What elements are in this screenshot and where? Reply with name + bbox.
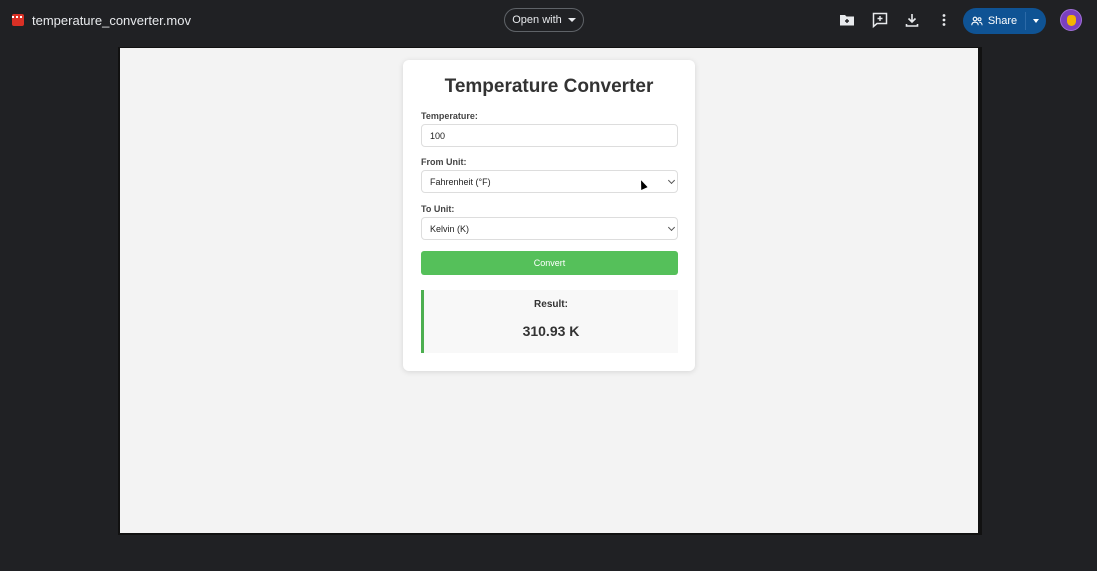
to-unit-label: To Unit: bbox=[421, 204, 455, 214]
result-label: Result: bbox=[534, 299, 568, 310]
more-vert-icon[interactable] bbox=[935, 11, 953, 29]
caret-down-icon bbox=[567, 18, 576, 22]
temperature-input[interactable]: 100 bbox=[421, 124, 678, 147]
video-frame[interactable]: Temperature Converter Temperature: 100 F… bbox=[120, 48, 978, 533]
from-unit-label: From Unit: bbox=[421, 157, 467, 167]
to-unit-value: Kelvin (K) bbox=[430, 223, 470, 234]
chevron-down-icon bbox=[667, 223, 676, 232]
result-value: 310.93 K bbox=[522, 323, 580, 339]
share-options-button[interactable] bbox=[1026, 8, 1046, 34]
temperature-value: 100 bbox=[430, 130, 446, 141]
download-icon[interactable] bbox=[903, 11, 921, 29]
convert-button[interactable]: Convert bbox=[421, 251, 678, 275]
share-button[interactable]: Share bbox=[963, 8, 1025, 34]
result-box: Result: 310.93 K bbox=[421, 290, 678, 353]
viewer-toolbar: temperature_converter.mov Open with Shar… bbox=[0, 0, 1097, 42]
open-with-label: Open with bbox=[512, 14, 562, 26]
avatar[interactable] bbox=[1060, 9, 1082, 31]
hand-avatar-icon bbox=[1066, 14, 1076, 26]
open-with-button[interactable]: Open with bbox=[504, 8, 584, 32]
to-unit-select[interactable]: Kelvin (K) bbox=[421, 217, 678, 240]
file-name: temperature_converter.mov bbox=[32, 13, 191, 28]
from-unit-value: Fahrenheit (°F) bbox=[430, 176, 491, 187]
add-comment-icon[interactable] bbox=[871, 11, 889, 29]
people-icon bbox=[971, 16, 983, 26]
page-title: Temperature Converter bbox=[444, 76, 654, 97]
share-label: Share bbox=[987, 15, 1018, 27]
converter-card: Temperature Converter Temperature: 100 F… bbox=[403, 60, 695, 371]
chevron-down-icon bbox=[667, 176, 676, 185]
caret-down-icon bbox=[1033, 19, 1039, 23]
convert-label: Convert bbox=[533, 258, 566, 268]
add-to-drive-icon[interactable] bbox=[838, 11, 856, 29]
temperature-label: Temperature: bbox=[421, 111, 478, 121]
share-button-group: Share bbox=[963, 8, 1046, 34]
video-file-icon bbox=[12, 14, 24, 26]
